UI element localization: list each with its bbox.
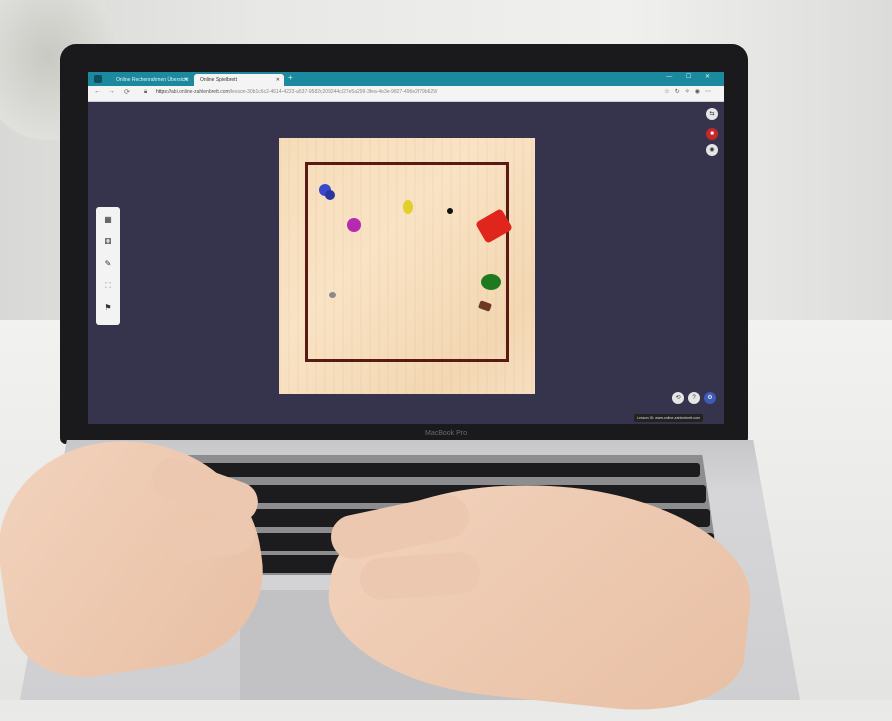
device-brand: MacBook Pro xyxy=(424,430,468,437)
camera-icon[interactable]: ◉ xyxy=(706,144,718,156)
url-field[interactable]: https://abi.online-zahlenbrett.com/lesso… xyxy=(156,89,437,95)
close-icon[interactable]: ✕ xyxy=(184,74,188,86)
url-path: /lesson-30b1c6c2-4614-4223-a537-9582c209… xyxy=(229,89,438,95)
close-icon[interactable]: ✕ xyxy=(276,74,280,86)
blue-piece-shadow xyxy=(325,190,335,200)
laptop-screen: Online Rechenrahmen Übersicht ✕ Online S… xyxy=(88,72,724,424)
refresh-icon[interactable]: ↻ xyxy=(675,89,685,95)
tab-label: Online Rechenrahmen Übersicht xyxy=(116,77,189,83)
browser-app-icon xyxy=(94,75,102,83)
yellow-piece[interactable] xyxy=(403,200,413,214)
tab-board[interactable]: Online Spielbrett ✕ xyxy=(194,74,284,86)
reload-icon[interactable]: ⟳ xyxy=(124,88,130,96)
board-tool-icon[interactable]: ▦ xyxy=(101,213,115,227)
keyboard-row xyxy=(150,463,700,477)
black-piece[interactable] xyxy=(447,208,453,214)
left-toolbar: ▦ ⚅ ✎ ⛶ ⚑ xyxy=(96,207,120,325)
back-icon[interactable]: ⟲ xyxy=(672,392,684,404)
url-prefix: https:// xyxy=(156,89,172,95)
right-thumb xyxy=(358,550,482,602)
add-person-tool-icon[interactable]: ⚑ xyxy=(101,301,115,315)
dice-tool-icon[interactable]: ⚅ xyxy=(101,235,115,249)
fullscreen-tool-icon[interactable]: ⛶ xyxy=(101,279,115,293)
green-piece[interactable] xyxy=(481,274,501,290)
gray-piece[interactable] xyxy=(329,292,336,298)
browser-address-bar: ← → ⟳ 🔒︎ https://abi.online-zahlenbrett.… xyxy=(88,86,724,102)
more-icon[interactable]: ⋯ xyxy=(705,89,716,95)
tab-label: Online Spielbrett xyxy=(200,77,237,83)
share-icon[interactable]: ⇆ xyxy=(706,108,718,120)
game-board[interactable] xyxy=(279,138,535,394)
back-arrow-icon[interactable]: ← xyxy=(94,88,101,95)
browser-toolbar-icons: ☆↻✧◉⋯ xyxy=(664,88,716,95)
tab-overview[interactable]: Online Rechenrahmen Übersicht ✕ xyxy=(110,74,192,86)
help-icon[interactable]: ? xyxy=(688,392,700,404)
purple-piece[interactable] xyxy=(347,218,361,232)
url-host: abi.online-zahlenbrett.com xyxy=(171,89,230,95)
forward-arrow-icon[interactable]: → xyxy=(108,88,115,95)
star-icon[interactable]: ☆ xyxy=(664,89,674,95)
lock-icon: 🔒︎ xyxy=(144,89,148,95)
board-frame xyxy=(305,162,509,362)
pen-tool-icon[interactable]: ✎ xyxy=(101,257,115,271)
extensions-icon[interactable]: ✧ xyxy=(685,89,695,95)
browser-tabbar: Online Rechenrahmen Übersicht ✕ Online S… xyxy=(88,72,724,86)
profile-icon[interactable]: ◉ xyxy=(695,89,705,95)
tooltip: Lesson ID: www.online-zahlenbrett.com xyxy=(634,414,704,422)
new-tab-button[interactable]: + xyxy=(288,73,293,82)
stop-icon[interactable]: ■ xyxy=(706,128,718,140)
settings-icon[interactable]: ⚙ xyxy=(704,392,716,404)
window-controls[interactable]: — ☐ ✕ xyxy=(666,73,716,80)
